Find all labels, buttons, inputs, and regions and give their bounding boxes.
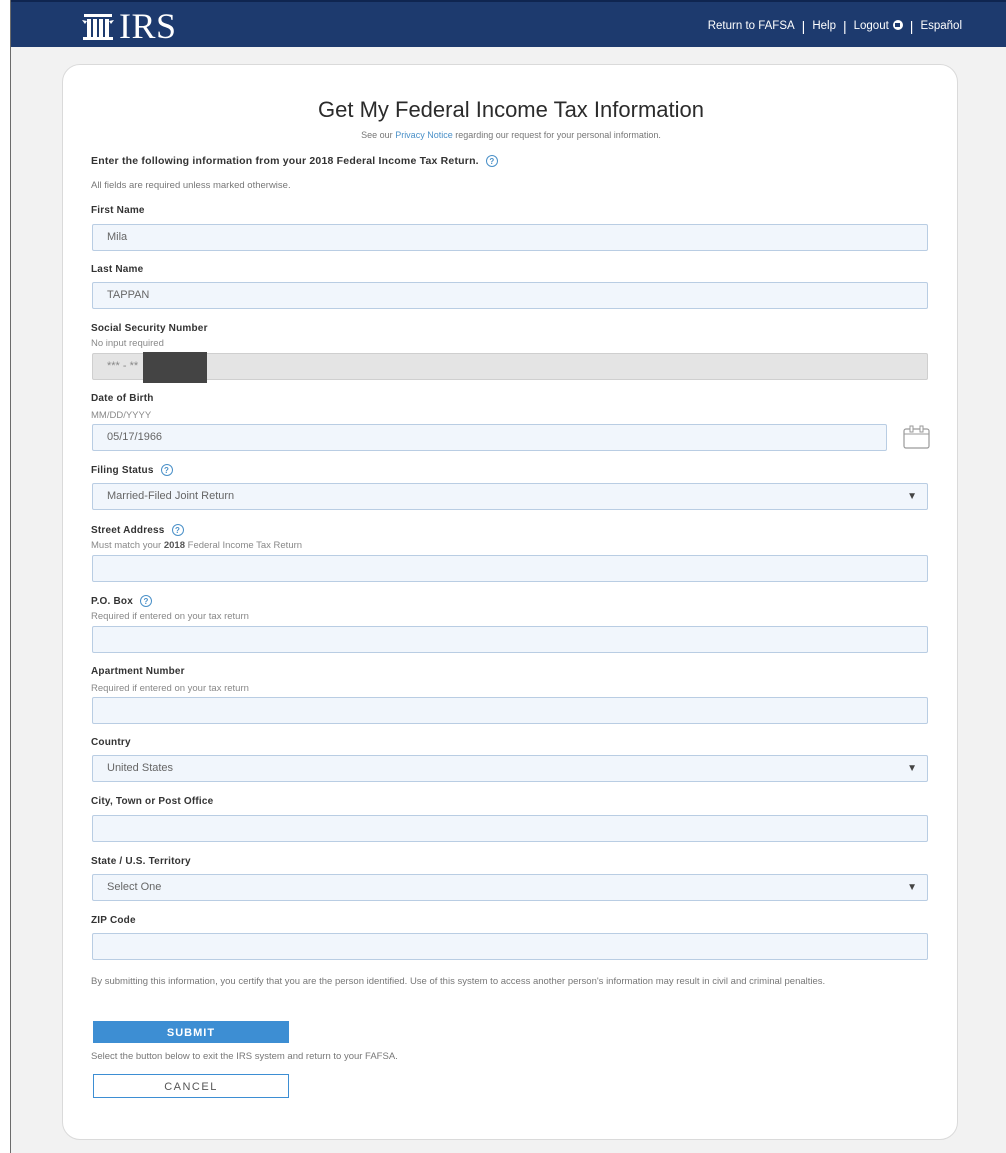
cancel-button[interactable]: CANCEL	[93, 1074, 289, 1098]
required-note: All fields are required unless marked ot…	[91, 180, 291, 191]
last-name-label: Last Name	[91, 264, 144, 275]
street-address-hint: Must match your 2018 Federal Income Tax …	[91, 540, 302, 551]
state-label: State / U.S. Territory	[91, 856, 191, 867]
dob-field[interactable]: 05/17/1966	[92, 424, 887, 451]
help-icon[interactable]: ?	[139, 595, 152, 607]
zip-code-label: ZIP Code	[91, 915, 136, 926]
filing-status-select[interactable]: Married-Filed Joint Return ▼	[92, 483, 928, 510]
first-name-label: First Name	[91, 205, 145, 216]
irs-logo-text: IRS	[119, 6, 177, 46]
return-to-fafsa-link[interactable]: Return to FAFSA	[708, 20, 795, 32]
chevron-down-icon: ▼	[907, 882, 917, 893]
irs-header-bar: IRS Return to FAFSA | Help | Logout | Es…	[11, 0, 1006, 47]
eagle-emblem-icon	[82, 14, 114, 40]
street-address-label-text: Street Address	[91, 525, 165, 536]
apartment-number-hint: Required if entered on your tax return	[91, 683, 249, 694]
po-box-label-text: P.O. Box	[91, 596, 133, 607]
calendar-icon[interactable]	[902, 424, 931, 450]
apartment-number-label: Apartment Number	[91, 666, 185, 677]
street-hint-prefix: Must match your	[91, 540, 162, 551]
first-name-field[interactable]: Mila	[92, 224, 928, 251]
filing-status-label-text: Filing Status	[91, 465, 154, 476]
help-link[interactable]: Help	[812, 20, 836, 32]
logout-label: Logout	[853, 20, 889, 32]
help-icon[interactable]: ?	[485, 155, 498, 167]
last-name-field[interactable]: TAPPAN	[92, 282, 928, 309]
form-card: Get My Federal Income Tax Information Se…	[62, 64, 958, 1140]
logout-link[interactable]: Logout	[854, 20, 903, 32]
street-address-field[interactable]	[92, 555, 928, 582]
country-value: United States	[107, 762, 174, 774]
ssn-masked-value: *** - **	[107, 360, 139, 372]
filing-status-label: Filing Status ?	[91, 464, 173, 476]
help-icon[interactable]: ?	[171, 524, 184, 536]
nav-separator: |	[801, 18, 806, 34]
espanol-link[interactable]: Español	[920, 20, 962, 32]
zip-code-field[interactable]	[92, 933, 928, 960]
ssn-redaction-block	[143, 352, 207, 383]
ssn-field: *** - **	[92, 352, 928, 383]
nav-separator: |	[842, 18, 847, 34]
help-icon[interactable]: ?	[160, 464, 173, 476]
city-label: City, Town or Post Office	[91, 796, 214, 807]
po-box-label: P.O. Box ?	[91, 595, 152, 607]
privacy-notice-link[interactable]: Privacy Notice	[395, 130, 453, 140]
chevron-down-icon: ▼	[907, 491, 917, 502]
po-box-hint: Required if entered on your tax return	[91, 611, 249, 622]
nav-separator: |	[909, 18, 914, 34]
dob-hint: MM/DD/YYYY	[91, 410, 152, 421]
street-hint-suffix: Federal Income Tax Return	[187, 540, 303, 551]
city-field[interactable]	[92, 815, 928, 842]
certification-disclaimer: By submitting this information, you cert…	[91, 976, 826, 987]
ssn-label: Social Security Number	[91, 323, 208, 334]
chevron-down-icon: ▼	[907, 763, 917, 774]
first-name-value: Mila	[107, 231, 128, 243]
logout-icon	[892, 20, 903, 30]
privacy-prefix: See our	[361, 130, 393, 140]
page-title: Get My Federal Income Tax Information	[318, 97, 704, 122]
po-box-field[interactable]	[92, 626, 928, 653]
top-navigation: Return to FAFSA | Help | Logout | Españo…	[708, 18, 962, 34]
apartment-number-field[interactable]	[92, 697, 928, 724]
privacy-notice-line: See our Privacy Notice regarding our req…	[63, 130, 959, 140]
country-select[interactable]: United States ▼	[92, 755, 928, 782]
dob-label: Date of Birth	[91, 393, 154, 404]
instruction-label: Enter the following information from you…	[91, 155, 479, 167]
state-value: Select One	[107, 881, 162, 893]
street-address-label: Street Address ?	[91, 524, 184, 536]
filing-status-value: Married-Filed Joint Return	[107, 490, 235, 502]
dob-value: 05/17/1966	[107, 431, 163, 443]
irs-logo[interactable]: IRS	[81, 8, 177, 44]
ssn-hint: No input required	[91, 338, 164, 349]
street-hint-year: 2018	[163, 540, 185, 551]
last-name-value: TAPPAN	[107, 289, 150, 301]
privacy-suffix: regarding our request for your personal …	[455, 130, 661, 140]
submit-button[interactable]: SUBMIT	[93, 1021, 289, 1043]
country-label: Country	[91, 737, 131, 748]
instruction-text: Enter the following information from you…	[91, 155, 498, 167]
exit-note: Select the button below to exit the IRS …	[91, 1051, 398, 1062]
state-select[interactable]: Select One ▼	[92, 874, 928, 901]
